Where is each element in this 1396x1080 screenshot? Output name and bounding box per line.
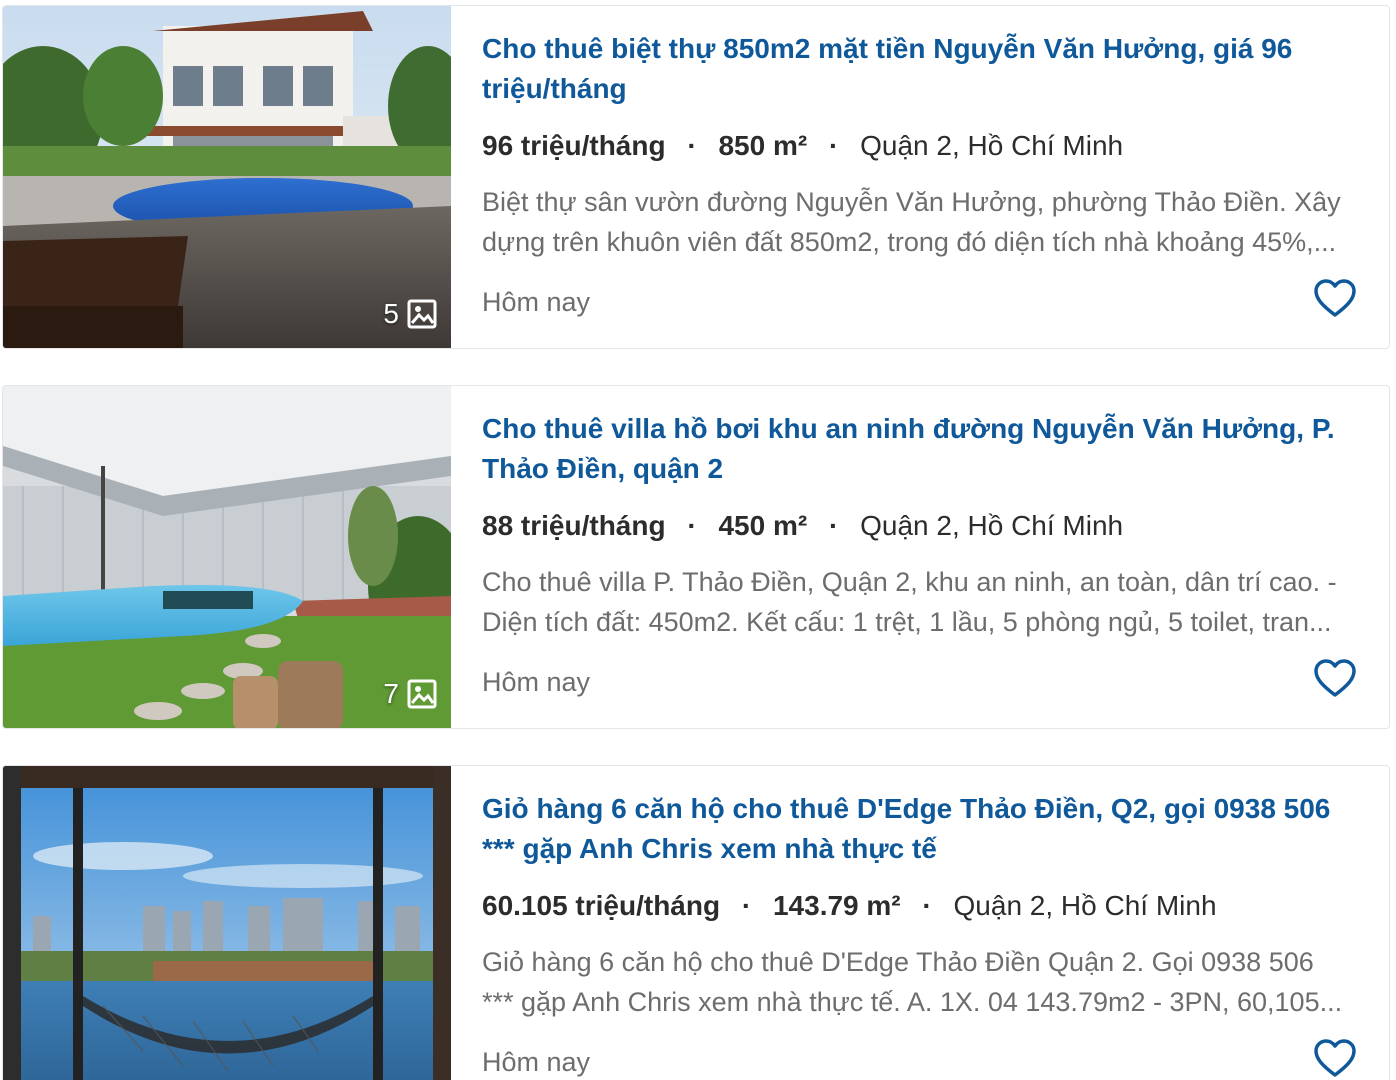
meta-separator: · — [828, 130, 839, 161]
heart-outline-icon[interactable] — [1313, 278, 1357, 318]
description-line: Cho thuê villa P. Thảo Điền, Quận 2, khu… — [482, 567, 1337, 597]
listing-price: 96 triệu/tháng — [482, 130, 666, 161]
description-line: Biệt thự sân vườn đường Nguyễn Văn Hưởng… — [482, 187, 1341, 217]
meta-separator: · — [922, 890, 932, 921]
listing-date: Hôm nay — [482, 1047, 591, 1077]
listing-card[interactable]: 7 Cho thuê villa hồ bơi khu an ninh đườn… — [2, 385, 1390, 729]
listing-thumbnail[interactable]: 7 — [3, 386, 451, 728]
meta-separator: · — [828, 510, 839, 541]
listing-thumbnail[interactable]: 5 — [3, 6, 451, 348]
description-line: Diện tích đất: 450m2. Kết cấu: 1 trệt, 1… — [482, 607, 1332, 637]
listing-description: Giỏ hàng 6 căn hộ cho thuê D'Edge Thảo Đ… — [482, 942, 1357, 1022]
description-line: Giỏ hàng 6 căn hộ cho thuê D'Edge Thảo Đ… — [482, 947, 1314, 977]
listing-list: 5 Cho thuê biệt thự 850m2 mặt tiền Nguyễ… — [0, 0, 1396, 1080]
description-line: *** gặp Anh Chris xem nhà thực tế. A. 1X… — [482, 987, 1343, 1017]
photo-count-number: 5 — [383, 298, 399, 329]
description-line: dựng trên khuôn viên đất 850m2, trong đó… — [482, 227, 1337, 257]
listing-price: 88 triệu/tháng — [482, 510, 666, 541]
listing-thumbnail[interactable] — [3, 766, 451, 1080]
photo-count: 5 — [383, 298, 437, 330]
listing-info: Cho thuê villa hồ bơi khu an ninh đường … — [482, 386, 1359, 728]
meta-separator: · — [687, 130, 697, 161]
apartment-balcony-view-photo — [3, 766, 451, 1080]
listing-date: Hôm nay — [482, 667, 591, 697]
listing-description: Cho thuê villa P. Thảo Điền, Quận 2, khu… — [482, 562, 1357, 642]
listing-meta: 88 triệu/tháng · 450 m² · Quận 2, Hồ Chí… — [482, 506, 1123, 546]
listing-date: Hôm nay — [482, 287, 591, 317]
listing-price: 60.105 triệu/tháng — [482, 890, 721, 921]
listing-title[interactable]: Giỏ hàng 6 căn hộ cho thuê D'Edge Thảo Đ… — [482, 789, 1362, 869]
listing-meta: 60.105 triệu/tháng · 143.79 m² · Quận 2,… — [482, 886, 1217, 926]
meta-separator: · — [741, 890, 752, 921]
listing-location: Quận 2, Hồ Chí Minh — [860, 130, 1124, 161]
listing-card[interactable]: Giỏ hàng 6 căn hộ cho thuê D'Edge Thảo Đ… — [2, 765, 1390, 1080]
meta-separator: · — [687, 510, 697, 541]
photo-count-number: 7 — [383, 678, 399, 709]
listing-description: Biệt thự sân vườn đường Nguyễn Văn Hưởng… — [482, 182, 1357, 262]
image-gallery-icon — [407, 679, 437, 709]
listing-card[interactable]: 5 Cho thuê biệt thự 850m2 mặt tiền Nguyễ… — [2, 5, 1390, 349]
listing-title[interactable]: Cho thuê villa hồ bơi khu an ninh đường … — [482, 409, 1362, 489]
listing-meta: 96 triệu/tháng · 850 m² · Quận 2, Hồ Chí… — [482, 126, 1123, 166]
heart-outline-icon[interactable] — [1313, 1038, 1357, 1078]
listing-area: 450 m² — [718, 510, 808, 541]
listing-location: Quận 2, Hồ Chí Minh — [953, 890, 1217, 921]
heart-outline-icon[interactable] — [1313, 658, 1357, 698]
photo-count: 7 — [383, 678, 437, 710]
listing-title[interactable]: Cho thuê biệt thự 850m2 mặt tiền Nguyễn … — [482, 29, 1362, 109]
listing-area: 143.79 m² — [772, 890, 901, 921]
listing-location: Quận 2, Hồ Chí Minh — [860, 510, 1124, 541]
listing-area: 850 m² — [718, 130, 808, 161]
listing-info: Cho thuê biệt thự 850m2 mặt tiền Nguyễn … — [482, 6, 1359, 348]
listing-info: Giỏ hàng 6 căn hộ cho thuê D'Edge Thảo Đ… — [482, 766, 1359, 1080]
image-gallery-icon — [407, 299, 437, 329]
